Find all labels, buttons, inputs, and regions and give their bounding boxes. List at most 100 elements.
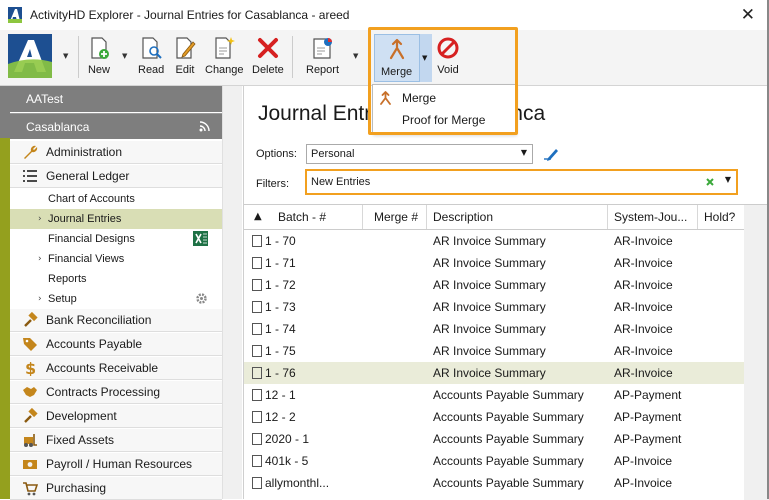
main-panel: Journal Entries for Casablanca Options: … <box>243 86 769 500</box>
table-row[interactable]: 1 - 71 AR Invoice Summary AR-Invoice <box>244 252 744 274</box>
document-icon <box>252 411 262 423</box>
document-icon <box>252 477 262 489</box>
cell-batch: 12 - 2 <box>252 406 296 428</box>
journal-entries-grid: ▲ Batch - # Merge # Description System-J… <box>244 204 769 500</box>
wrench-icon <box>22 144 38 160</box>
cell-batch: 1 - 72 <box>252 274 296 296</box>
app-menu-button[interactable] <box>8 34 52 80</box>
col-header-hold[interactable]: Hold? <box>698 205 744 229</box>
table-row[interactable]: 1 - 76 AR Invoice Summary AR-Invoice <box>244 362 744 384</box>
sidebar-item-purchasing[interactable]: Purchasing <box>10 477 222 500</box>
app-menu-dropdown-icon[interactable]: ▼ <box>63 52 68 60</box>
cell-text: 12 - 2 <box>265 410 296 424</box>
cell-text: 12 - 1 <box>265 388 296 402</box>
document-icon <box>252 389 262 401</box>
sidebar-subitem-journal-entries[interactable]: › Journal Entries <box>10 209 222 229</box>
new-dropdown-icon[interactable]: ▼ <box>122 52 127 60</box>
cell-batch: 1 - 74 <box>252 318 296 340</box>
new-button[interactable]: New <box>87 34 111 80</box>
excel-icon[interactable] <box>193 231 208 246</box>
sidebar-item-payroll[interactable]: Payroll / Human Resources <box>10 453 222 476</box>
sidebar-subitem-label: Setup <box>48 293 77 305</box>
col-header-system-journal[interactable]: System-Jou... <box>608 205 698 229</box>
cell-system-journal: AP-Payment <box>614 432 682 446</box>
cell-description: AR Invoice Summary <box>433 278 546 292</box>
merge-callout-highlight <box>368 27 518 135</box>
close-window-button[interactable]: ✕ <box>741 5 755 25</box>
report-button-label: Report <box>306 64 340 76</box>
sort-ascending-icon[interactable]: ▲ <box>254 211 262 222</box>
gear-icon[interactable] <box>195 292 208 305</box>
delete-button[interactable]: Delete <box>252 34 284 80</box>
read-document-icon <box>142 37 162 59</box>
report-icon <box>312 38 332 59</box>
cell-description: Accounts Payable Summary <box>433 476 584 490</box>
read-button[interactable]: Read <box>138 34 164 80</box>
cell-text: 401k - 5 <box>265 454 309 468</box>
sidebar-item-development[interactable]: Development <box>10 405 222 428</box>
filters-select[interactable]: New Entries ▼ <box>307 171 736 193</box>
cell-batch: 1 - 73 <box>252 296 296 318</box>
table-row[interactable]: 1 - 75 AR Invoice Summary AR-Invoice <box>244 340 744 362</box>
cell-system-journal: AR-Invoice <box>614 344 673 358</box>
col-header-batch[interactable]: Batch - # <box>272 205 363 229</box>
clear-filter-icon[interactable] <box>705 177 715 187</box>
sidebar-item-general-ledger[interactable]: General Ledger <box>10 165 222 188</box>
sidebar-item-bank-reconciliation[interactable]: Bank Reconciliation <box>10 309 222 332</box>
options-select[interactable]: Personal ▼ <box>306 144 533 164</box>
sidebar-item-accounts-payable[interactable]: Accounts Payable <box>10 333 222 356</box>
grid-scrollbar[interactable] <box>744 205 769 500</box>
sidebar-subitem-reports[interactable]: Reports <box>10 269 222 289</box>
cell-description: AR Invoice Summary <box>433 300 546 314</box>
sidebar-item-contracts-processing[interactable]: Contracts Processing <box>10 381 222 404</box>
options-value: Personal <box>311 148 355 160</box>
table-row[interactable]: 1 - 72 AR Invoice Summary AR-Invoice <box>244 274 744 296</box>
cell-system-journal: AP-Invoice <box>614 454 673 468</box>
sidebar-item-label: Purchasing <box>46 481 107 495</box>
table-row[interactable]: 1 - 73 AR Invoice Summary AR-Invoice <box>244 296 744 318</box>
table-row[interactable]: 12 - 2 Accounts Payable Summary AP-Payment <box>244 406 744 428</box>
sidebar-company[interactable]: Casablanca <box>10 113 222 139</box>
cell-text: 1 - 73 <box>265 300 296 314</box>
chevron-right-icon: › <box>38 294 42 304</box>
sidebar-subitem-chart-of-accounts[interactable]: Chart of Accounts <box>10 189 222 209</box>
cell-description: AR Invoice Summary <box>433 344 546 358</box>
sidebar-item-administration[interactable]: Administration <box>10 141 222 164</box>
table-row[interactable]: 12 - 1 Accounts Payable Summary AP-Payment <box>244 384 744 406</box>
sidebar-subitem-financial-views[interactable]: › Financial Views <box>10 249 222 269</box>
sidebar-item-fixed-assets[interactable]: Fixed Assets <box>10 429 222 452</box>
sidebar-item-accounts-receivable[interactable]: $ Accounts Receivable <box>10 357 222 380</box>
sidebar-subitem-setup[interactable]: › Setup <box>10 289 222 309</box>
edit-options-icon[interactable] <box>542 146 560 162</box>
sidebar-strip-active <box>0 138 10 499</box>
sidebar-company-group[interactable]: AATest <box>10 86 222 112</box>
edit-button[interactable]: Edit <box>173 34 197 80</box>
sidebar-scrollbar[interactable] <box>222 86 242 499</box>
cell-description: Accounts Payable Summary <box>433 410 584 424</box>
sidebar: AATest Casablanca Administration General… <box>0 86 242 500</box>
app-logo-icon <box>8 34 52 78</box>
cell-batch: 1 - 76 <box>252 362 296 384</box>
table-row[interactable]: 1 - 74 AR Invoice Summary AR-Invoice <box>244 318 744 340</box>
table-row[interactable]: 1 - 70 AR Invoice Summary AR-Invoice <box>244 230 744 252</box>
col-header-description[interactable]: Description <box>427 205 608 229</box>
sidebar-subitem-financial-designs[interactable]: Financial Designs <box>10 229 222 249</box>
col-header-merge[interactable]: Merge # <box>363 205 427 229</box>
report-dropdown-icon[interactable]: ▼ <box>353 52 358 60</box>
chevron-right-icon: › <box>38 214 42 224</box>
table-row[interactable]: 401k - 5 Accounts Payable Summary AP-Invoi… <box>244 450 744 472</box>
col-header-label: Merge # <box>373 210 418 224</box>
filters-value: New Entries <box>311 176 371 188</box>
table-row[interactable]: 2020 - 1 Accounts Payable Summary AP-Payme… <box>244 428 744 450</box>
cell-text: allymonthl... <box>265 476 330 490</box>
edit-document-icon <box>176 37 196 59</box>
cell-batch: 401k - 5 <box>252 450 308 472</box>
cell-batch: 1 - 75 <box>252 340 296 362</box>
change-button-label: Change <box>205 64 244 76</box>
cell-description: AR Invoice Summary <box>433 322 546 336</box>
change-button[interactable]: Change <box>205 34 244 80</box>
table-row[interactable]: allymonthl... Accounts Payable Summary AP-… <box>244 472 744 494</box>
report-button[interactable]: Report <box>306 34 339 80</box>
cell-description: AR Invoice Summary <box>433 256 546 270</box>
window-title: ActivityHD Explorer - Journal Entries fo… <box>30 8 350 22</box>
